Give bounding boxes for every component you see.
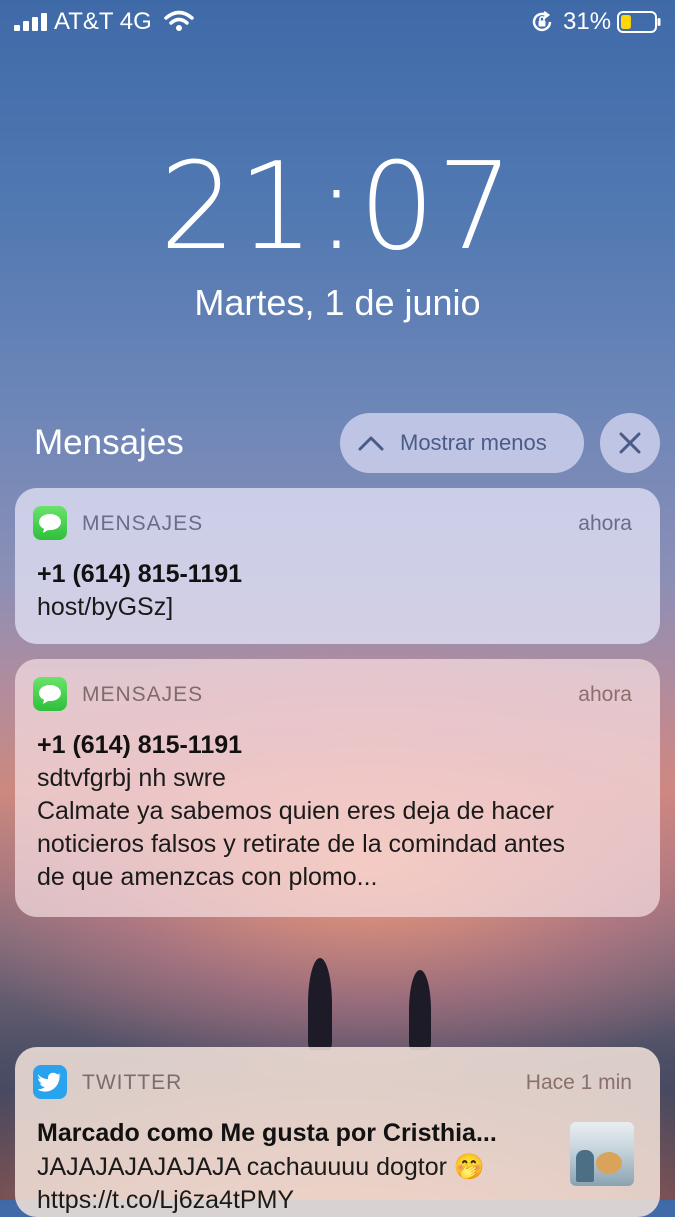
notification-body-line: JAJAJAJAJAJAJA cachauuuu dogtor 🤭 bbox=[37, 1153, 486, 1181]
notification-body-line: sdtvfgrbj nh swre bbox=[37, 764, 226, 792]
notification-body: JAJAJAJAJAJAJA cachauuuu dogtor 🤭 https:… bbox=[37, 1151, 557, 1217]
chevron-up-icon bbox=[358, 436, 384, 451]
notification-body-line: Calmate ya sabemos quien eres deja de ha… bbox=[37, 797, 554, 825]
lockscreen-date: Martes, 1 de junio bbox=[194, 282, 481, 323]
wifi-icon bbox=[164, 10, 194, 31]
notification-card[interactable]: TWITTER Hace 1 min Marcado como Me gusta… bbox=[15, 1047, 660, 1217]
battery-icon bbox=[617, 11, 661, 33]
messages-app-icon bbox=[33, 677, 67, 711]
notification-body: sdtvfgrbj nh swre Calmate ya sabemos qui… bbox=[37, 762, 637, 894]
lockscreen-time: 21:07 bbox=[159, 138, 516, 277]
notification-time: ahora bbox=[578, 683, 632, 706]
notification-app-name: TWITTER bbox=[82, 1071, 183, 1094]
cell-signal-icon bbox=[14, 13, 47, 31]
close-icon bbox=[619, 432, 641, 454]
notification-body: host/byGSz] bbox=[37, 591, 637, 624]
carrier-label: AT&T 4G bbox=[54, 8, 152, 35]
battery-percent: 31% bbox=[563, 8, 612, 35]
notification-time: ahora bbox=[578, 512, 632, 535]
notification-app-name: MENSAJES bbox=[82, 683, 204, 706]
notification-time: Hace 1 min bbox=[525, 1071, 632, 1094]
notification-body-line: de que amenzcas con plomo... bbox=[37, 863, 378, 891]
twitter-app-icon bbox=[33, 1065, 67, 1099]
notification-group-title: Mensajes bbox=[34, 423, 184, 462]
notification-card[interactable]: MENSAJES ahora +1 (614) 815-1191 host/by… bbox=[15, 488, 660, 644]
show-less-label: Mostrar menos bbox=[400, 430, 547, 455]
clear-group-button[interactable] bbox=[600, 413, 660, 473]
messages-app-icon bbox=[33, 506, 67, 540]
show-less-button[interactable]: Mostrar menos bbox=[340, 413, 584, 473]
tree-silhouette bbox=[409, 970, 431, 1050]
status-bar: AT&T 4G 31% bbox=[0, 0, 675, 44]
notification-link: https://t.co/Lj6za4tPMY bbox=[37, 1186, 295, 1214]
orientation-lock-icon bbox=[532, 11, 552, 32]
notification-body-line: host/byGSz] bbox=[37, 593, 174, 621]
notification-sender: +1 (614) 815-1191 bbox=[37, 731, 243, 759]
notification-thumbnail bbox=[570, 1122, 634, 1186]
notification-body-line: noticieros falsos y retirate de la comin… bbox=[37, 830, 566, 858]
tree-silhouette bbox=[308, 958, 332, 1050]
notification-sender: +1 (614) 815-1191 bbox=[37, 560, 243, 588]
notification-app-name: MENSAJES bbox=[82, 512, 204, 535]
notification-card[interactable]: MENSAJES ahora +1 (614) 815-1191 sdtvfgr… bbox=[15, 659, 660, 917]
notification-title: Marcado como Me gusta por Cristhia... bbox=[37, 1119, 497, 1147]
